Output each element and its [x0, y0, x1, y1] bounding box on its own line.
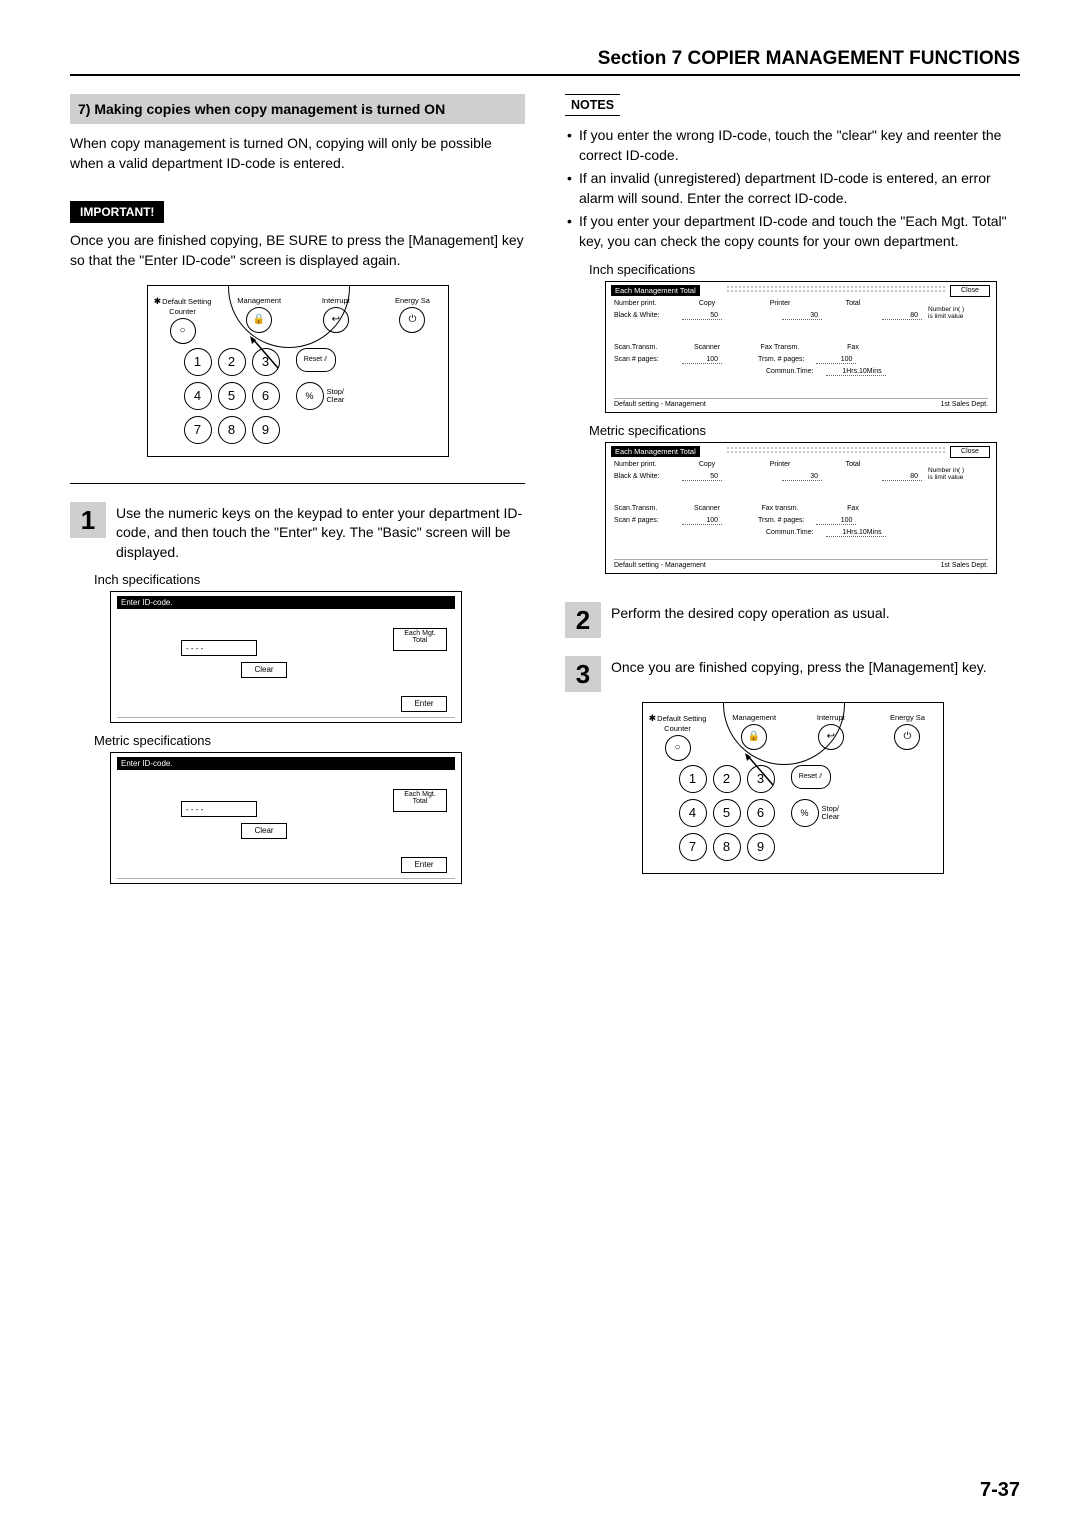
interrupt-button: Interrupt↩ — [802, 713, 860, 761]
screen-title: Each Management Total — [611, 446, 700, 457]
key-2: 2 — [218, 348, 246, 376]
key-7: 7 — [184, 416, 212, 444]
subsection-heading: 7) Making copies when copy management is… — [70, 94, 525, 124]
management-button: Management🔒 — [230, 296, 288, 344]
key-6: 6 — [747, 799, 775, 827]
important-label: IMPORTANT! — [70, 201, 164, 223]
inch-spec-label: Inch specifications — [94, 572, 525, 587]
page-number: 7-37 — [980, 1479, 1020, 1502]
keypad-figure: ✱Default Setting Counter○ Management🔒 In… — [642, 702, 944, 874]
lcd-pattern — [201, 596, 455, 606]
key-3: 3 — [252, 348, 280, 376]
note-bullet: If you enter the wrong ID-code, touch th… — [565, 126, 1020, 165]
stop-clear-icon: % — [791, 799, 819, 827]
enter-id-screen-inch: Enter ID-code. - - - - Each Mgt. Total C… — [110, 591, 462, 723]
key-1: 1 — [184, 348, 212, 376]
key-8: 8 — [713, 833, 741, 861]
energy-save-button: Energy Sa⏻ — [383, 296, 441, 344]
key-7: 7 — [679, 833, 707, 861]
close-button: Close — [950, 446, 990, 458]
clear-button: Clear — [241, 662, 287, 678]
step-number: 1 — [70, 502, 106, 538]
notes-label: NOTES — [565, 94, 620, 116]
limit-note: Number in( ) is limit value — [928, 306, 988, 320]
key-3: 3 — [747, 765, 775, 793]
interrupt-icon: ↩ — [818, 724, 844, 750]
divider — [70, 483, 525, 484]
each-mgt-total-button: Each Mgt. Total — [393, 628, 447, 651]
each-mgt-total-button: Each Mgt. Total — [393, 789, 447, 812]
left-column: 7) Making copies when copy management is… — [70, 94, 525, 894]
energy-save-button: Energy Sa⏻ — [878, 713, 936, 761]
numeric-keypad: 1 2 3 4 5 6 7 8 9 — [679, 765, 775, 861]
inch-spec-label: Inch specifications — [589, 262, 1020, 277]
id-code-field: - - - - — [181, 801, 257, 817]
note-bullet: If you enter your department ID-code and… — [565, 212, 1020, 251]
screen-title: Each Management Total — [611, 285, 700, 296]
enter-button: Enter — [401, 696, 447, 712]
interrupt-button: Interrupt↩ — [307, 296, 365, 344]
step-text: Once you are finished copying, press the… — [611, 656, 1020, 692]
step-2: 2 Perform the desired copy operation as … — [565, 602, 1020, 638]
clear-button: Clear — [241, 823, 287, 839]
key-6: 6 — [252, 382, 280, 410]
each-mgmt-total-screen-metric: Each Management Total Close Number print… — [605, 442, 997, 574]
step-text: Use the numeric keys on the keypad to en… — [116, 502, 525, 563]
numeric-keypad: 1 2 3 4 5 6 7 8 9 — [184, 348, 280, 444]
limit-note: Number in( ) is limit value — [928, 467, 988, 481]
id-code-field: - - - - — [181, 640, 257, 656]
stop-clear-button: % Stop/ Clear — [791, 799, 840, 827]
energy-icon: ⏻ — [894, 724, 920, 750]
key-4: 4 — [184, 382, 212, 410]
important-text: Once you are finished copying, BE SURE t… — [70, 231, 525, 270]
key-1: 1 — [679, 765, 707, 793]
energy-icon: ⏻ — [399, 307, 425, 333]
right-column: NOTES If you enter the wrong ID-code, to… — [565, 94, 1020, 894]
each-mgmt-total-screen-inch: Each Management Total Close Number print… — [605, 281, 997, 413]
reset-button: Reset ⫽ — [791, 765, 831, 789]
interrupt-icon: ↩ — [323, 307, 349, 333]
key-5: 5 — [218, 382, 246, 410]
key-8: 8 — [218, 416, 246, 444]
enter-id-screen-metric: Enter ID-code. - - - - Each Mgt. Total C… — [110, 752, 462, 884]
metric-spec-label: Metric specifications — [589, 423, 1020, 438]
note-bullet: If an invalid (unregistered) department … — [565, 169, 1020, 208]
lock-icon: 🔒 — [741, 724, 767, 750]
default-setting-button: ✱Default Setting Counter○ — [649, 713, 707, 761]
reset-icon: ⫽ — [324, 356, 327, 364]
step-1: 1 Use the numeric keys on the keypad to … — [70, 502, 525, 563]
key-5: 5 — [713, 799, 741, 827]
key-9: 9 — [252, 416, 280, 444]
enter-button: Enter — [401, 857, 447, 873]
key-9: 9 — [747, 833, 775, 861]
stop-clear-button: % Stop/ Clear — [296, 382, 345, 410]
step-number: 2 — [565, 602, 601, 638]
keypad-figure: ✱Default Setting Counter○ Management🔒 In… — [147, 285, 449, 457]
section-header: Section 7 COPIER MANAGEMENT FUNCTIONS — [70, 48, 1020, 76]
key-2: 2 — [713, 765, 741, 793]
step-3: 3 Once you are finished copying, press t… — [565, 656, 1020, 692]
step-number: 3 — [565, 656, 601, 692]
reset-button: Reset ⫽ — [296, 348, 336, 372]
management-button: Management🔒 — [725, 713, 783, 761]
lcd-pattern — [201, 757, 455, 767]
default-setting-button: ✱Default Setting Counter○ — [154, 296, 212, 344]
intro-text: When copy management is turned ON, copyi… — [70, 134, 525, 173]
reset-icon: ⫽ — [819, 773, 822, 781]
key-4: 4 — [679, 799, 707, 827]
stop-clear-icon: % — [296, 382, 324, 410]
close-button: Close — [950, 285, 990, 297]
lock-icon: 🔒 — [246, 307, 272, 333]
step-text: Perform the desired copy operation as us… — [611, 602, 1020, 638]
metric-spec-label: Metric specifications — [94, 733, 525, 748]
